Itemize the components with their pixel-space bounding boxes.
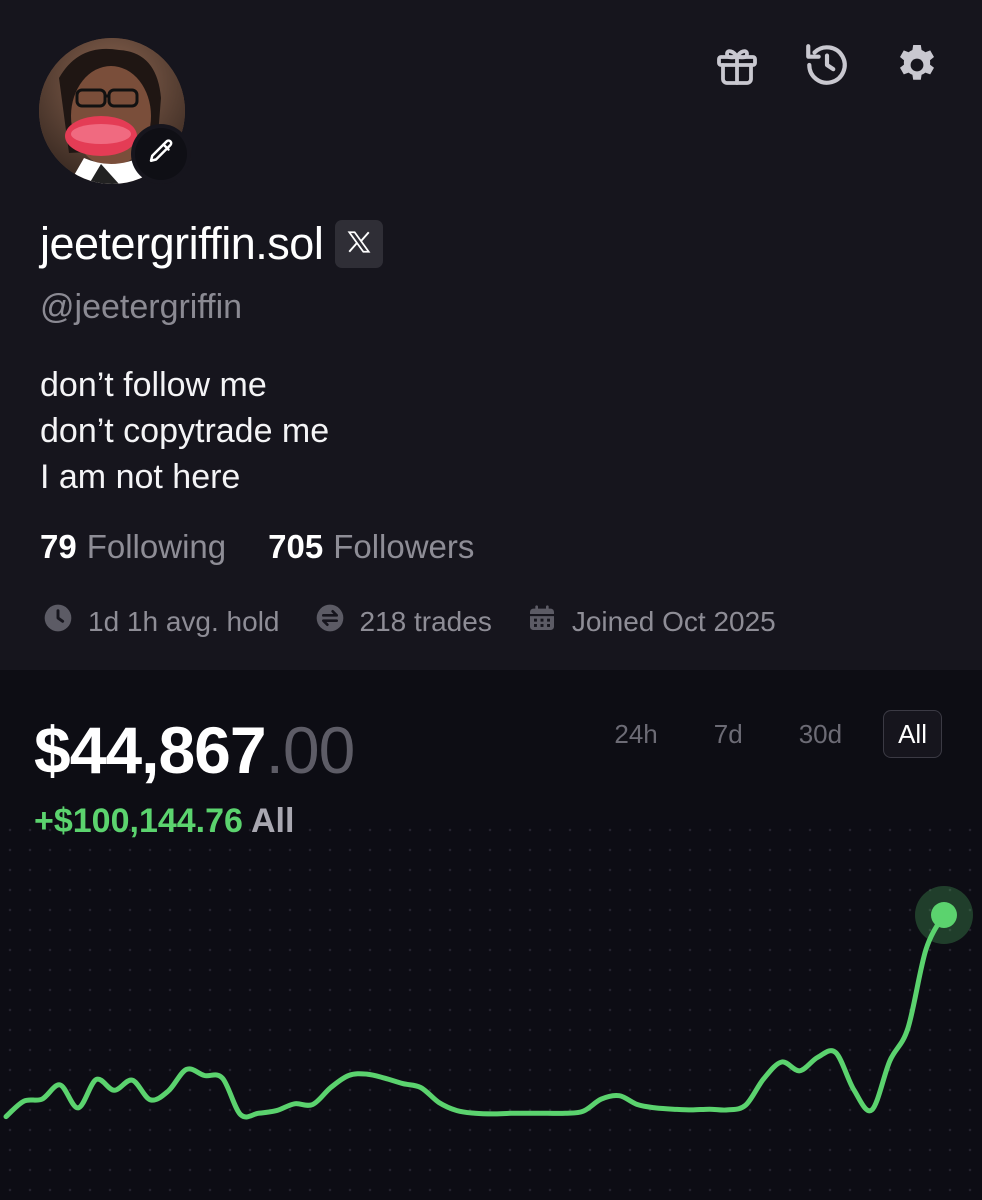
clock-icon [42, 602, 88, 641]
trades-text: 218 trades [359, 605, 492, 637]
swap-icon [314, 602, 360, 641]
edit-avatar-button[interactable] [131, 124, 191, 184]
gear-icon [893, 41, 941, 94]
settings-button[interactable] [892, 42, 942, 92]
trades-stat: 218 trades [314, 602, 492, 641]
joined-stat: Joined Oct 2025 [526, 602, 776, 641]
calendar-icon [526, 602, 572, 641]
user-handle: @jeetergriffin [40, 288, 243, 326]
bio-line: I am not here [40, 458, 241, 496]
chart-end-marker [931, 902, 957, 928]
avg-hold-text: 1d 1h avg. hold [88, 605, 280, 637]
chart-series-line [3, 912, 947, 1120]
x-link-button[interactable] [335, 220, 384, 268]
history-button[interactable] [802, 42, 852, 92]
portfolio-section: $44,867.00 +$100,144.76 All 24h 7d 30d Al… [0, 670, 982, 1200]
profile-section: jeetergriffin.sol @jeetergriffin don’t f… [0, 0, 982, 670]
followers-label[interactable]: Followers [333, 528, 474, 566]
header-actions [712, 42, 942, 92]
gift-icon [713, 41, 761, 94]
bio-line: don’t follow me [40, 366, 267, 404]
display-name: jeetergriffin.sol [40, 218, 324, 269]
following-label[interactable]: Following [87, 528, 226, 566]
pencil-icon [146, 137, 176, 172]
history-icon [802, 40, 852, 95]
avg-hold-stat: 1d 1h avg. hold [42, 602, 280, 641]
name-row: jeetergriffin.sol [40, 218, 384, 270]
x-logo-icon [346, 229, 372, 260]
follow-stats: 79 Following 705 Followers [40, 528, 474, 566]
meta-stats: 1d 1h avg. hold 218 trades Joined Oct 20… [42, 602, 810, 641]
joined-text: Joined Oct 2025 [571, 605, 776, 637]
gift-button[interactable] [712, 42, 762, 92]
following-count[interactable]: 79 [40, 528, 77, 566]
followers-count[interactable]: 705 [268, 528, 323, 566]
avatar-container [39, 38, 191, 184]
bio-line: don’t copytrade me [40, 412, 330, 450]
portfolio-chart [3, 886, 973, 1120]
bio: don’t follow me don’t copytrade me I am … [40, 362, 329, 500]
